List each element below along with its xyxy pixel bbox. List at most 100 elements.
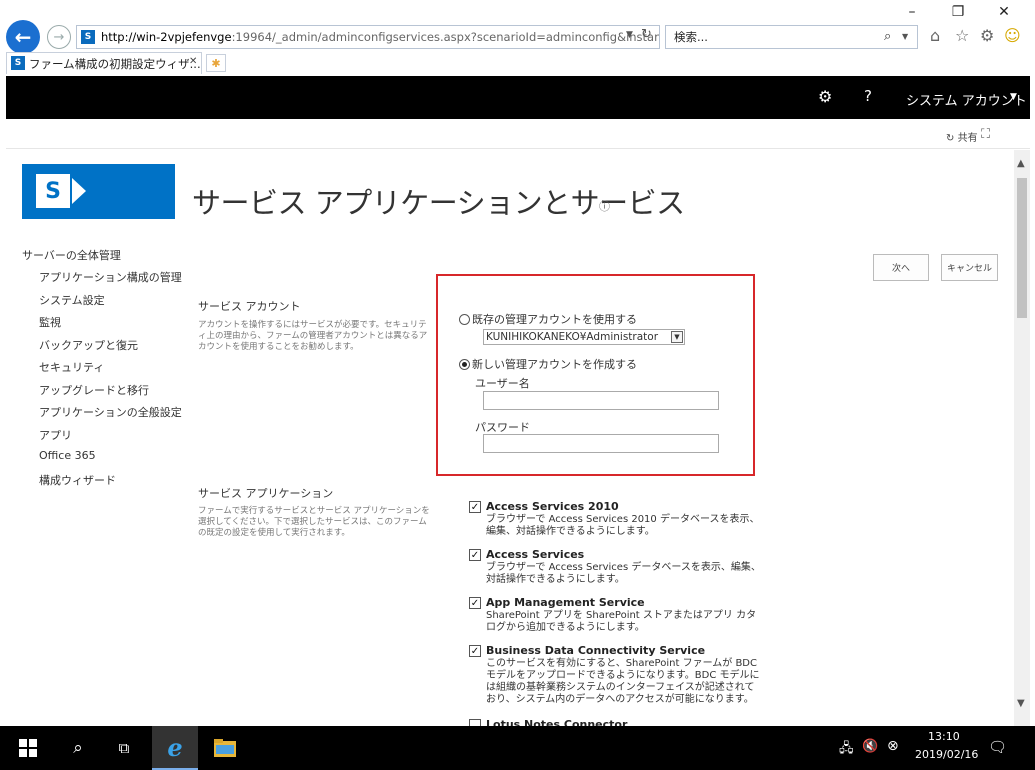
scroll-thumb[interactable] [1017, 178, 1027, 318]
focus-mode-icon[interactable]: ⛶ [981, 127, 990, 142]
create-new-account-option[interactable]: 新しい管理アカウントを作成する [459, 356, 637, 372]
minimize-button[interactable]: – [889, 0, 935, 24]
nav-system-settings[interactable]: システム設定 [39, 292, 105, 308]
sharepoint-s-icon: S [36, 174, 70, 208]
address-dropdown-icon[interactable]: ▼ [626, 30, 633, 40]
next-button[interactable]: 次へ [873, 254, 929, 281]
forward-arrow-icon: → [53, 29, 65, 45]
nav-general-settings[interactable]: アプリケーションの全般設定 [39, 404, 182, 420]
smiley-feedback-icon[interactable]: ☺ [1004, 26, 1021, 45]
restore-button[interactable]: ❐ [935, 0, 981, 24]
favorites-star-icon[interactable]: ☆ [955, 26, 969, 45]
service-checkbox[interactable]: ✓ [469, 597, 481, 609]
settings-icon[interactable]: ⚙ [818, 87, 832, 106]
clock-time[interactable]: 13:10 [928, 730, 960, 743]
use-existing-account-option[interactable]: 既存の管理アカウントを使用する [459, 311, 637, 327]
network-icon[interactable]: 🖧 [839, 739, 854, 761]
service-account-title: サービス アカウント [198, 300, 301, 313]
windows-logo-icon [19, 739, 37, 757]
service-description: ブラウザーで Access Services 2010 データベースを表示、編集… [486, 514, 760, 537]
nav-backup-restore[interactable]: バックアップと復元 [39, 337, 138, 353]
help-icon[interactable]: ? [864, 87, 872, 105]
search-dropdown-icon[interactable]: ▼ [902, 32, 908, 41]
existing-account-value: KUNIHIKOKANEKO¥Administrator [486, 331, 659, 343]
service-checkbox[interactable]: ✓ [469, 645, 481, 657]
service-name: Access Services 2010 [486, 500, 619, 513]
new-tab-icon: ✱ [211, 56, 221, 70]
nav-security[interactable]: セキュリティ [39, 359, 104, 375]
account-menu[interactable]: システム アカウント [906, 90, 1027, 109]
ie-taskbar-button[interactable]: e [152, 726, 198, 770]
browser-chrome: – ❐ ✕ ← → S http://win-2vpjefenvge:19964… [0, 0, 1035, 76]
start-button[interactable] [8, 726, 48, 770]
search-box[interactable]: 検索... ⌕ ▼ [665, 25, 918, 49]
folder-icon [214, 739, 236, 757]
info-icon[interactable]: ⓘ [599, 198, 610, 214]
nav-monitoring[interactable]: 監視 [39, 314, 61, 330]
service-item: Lotus Notes Connector [469, 718, 769, 726]
existing-account-label: 既存の管理アカウントを使用する [472, 313, 637, 326]
url-host: http://win-2vpjefenvge [101, 30, 232, 44]
search-icon[interactable]: ⌕ [884, 29, 891, 44]
sharepoint-arrow-icon [72, 178, 86, 204]
username-label: ユーザー名 [475, 377, 530, 390]
new-tab-button[interactable]: ✱ [206, 54, 226, 72]
back-button[interactable]: ← [6, 20, 40, 54]
clock-date[interactable]: 2019/02/16 [915, 748, 978, 761]
service-checkbox[interactable] [469, 719, 481, 726]
refresh-icon[interactable]: ↻ [641, 27, 652, 42]
notification-error-icon[interactable]: ⊗ [887, 738, 899, 754]
sharepoint-favicon-icon: S [81, 30, 95, 44]
new-account-label: 新しい管理アカウントを作成する [472, 358, 637, 371]
windows-taskbar: ⌕ ⧉ e 🖧 🔇 ⊗ 13:10 2019/02/16 🗨 [0, 726, 1035, 770]
nav-app-management[interactable]: アプリケーション構成の管理 [39, 269, 182, 285]
account-caret-icon[interactable]: ▼ [1010, 92, 1017, 102]
service-description: このサービスを有効にすると、SharePoint ファームが BDC モデルをア… [486, 658, 760, 705]
new-account-radio[interactable] [459, 358, 470, 370]
existing-account-select[interactable]: KUNIHIKOKANEKO¥Administrator ▼ [483, 329, 685, 345]
service-description: ブラウザーで Access Services データベースを表示、編集、対話操作… [486, 562, 761, 585]
settings-gear-icon[interactable]: ⚙ [980, 26, 994, 45]
nav-apps[interactable]: アプリ [39, 427, 72, 443]
service-name: Business Data Connectivity Service [486, 644, 706, 657]
search-input[interactable]: 検索... [674, 29, 708, 45]
existing-account-radio[interactable] [459, 313, 470, 325]
ribbon-bar: ↻ 共有 ⛶ [6, 119, 1030, 149]
service-name: Lotus Notes Connector [486, 718, 628, 726]
tab-title: ファーム構成の初期設定ウィザ... [29, 56, 201, 71]
password-input[interactable] [483, 434, 719, 453]
username-input[interactable] [483, 391, 719, 410]
close-button[interactable]: ✕ [981, 0, 1027, 24]
nav-office365[interactable]: Office 365 [39, 449, 96, 462]
page-title: サービス アプリケーションとサービス [192, 186, 685, 220]
password-label: パスワード [475, 421, 530, 434]
service-name: App Management Service [486, 596, 645, 609]
service-applications-title: サービス アプリケーション [198, 487, 334, 500]
nav-config-wizards[interactable]: 構成ウィザード [39, 472, 116, 488]
service-checkbox[interactable]: ✓ [469, 549, 481, 561]
tab-favicon-icon: S [11, 56, 25, 70]
file-explorer-button[interactable] [204, 726, 246, 770]
task-view-button[interactable]: ⧉ [104, 726, 144, 770]
scroll-up-icon[interactable]: ▲ [1017, 158, 1025, 169]
scroll-down-icon[interactable]: ▼ [1017, 698, 1025, 709]
service-checkbox[interactable]: ✓ [469, 501, 481, 513]
volume-muted-icon[interactable]: 🔇 [862, 739, 878, 754]
nav-central-admin[interactable]: サーバーの全体管理 [22, 247, 121, 263]
home-icon[interactable]: ⌂ [930, 26, 940, 45]
search-taskbar-button[interactable]: ⌕ [58, 726, 98, 770]
sharepoint-logo[interactable]: S [22, 164, 175, 219]
vertical-scrollbar[interactable]: ▲ ▼ [1014, 150, 1030, 726]
task-view-icon: ⧉ [118, 739, 130, 757]
nav-upgrade-migration[interactable]: アップグレードと移行 [39, 382, 149, 398]
service-account-description: アカウントを操作するにはサービスが必要です。セキュリティ上の理由から、ファームの… [198, 320, 428, 352]
share-button[interactable]: ↻ 共有 [946, 129, 978, 144]
browser-tab[interactable]: S ファーム構成の初期設定ウィザ... ✕ [6, 52, 202, 74]
address-bar[interactable]: S http://win-2vpjefenvge:19964/_admin/ad… [76, 25, 660, 49]
sync-icon: ↻ [946, 133, 955, 144]
forward-button[interactable]: → [47, 25, 71, 49]
action-center-icon[interactable]: 🗨 [988, 738, 1007, 756]
tab-close-icon[interactable]: ✕ [189, 56, 197, 67]
cancel-button[interactable]: キャンセル [941, 254, 998, 281]
select-dropdown-icon[interactable]: ▼ [671, 331, 683, 343]
